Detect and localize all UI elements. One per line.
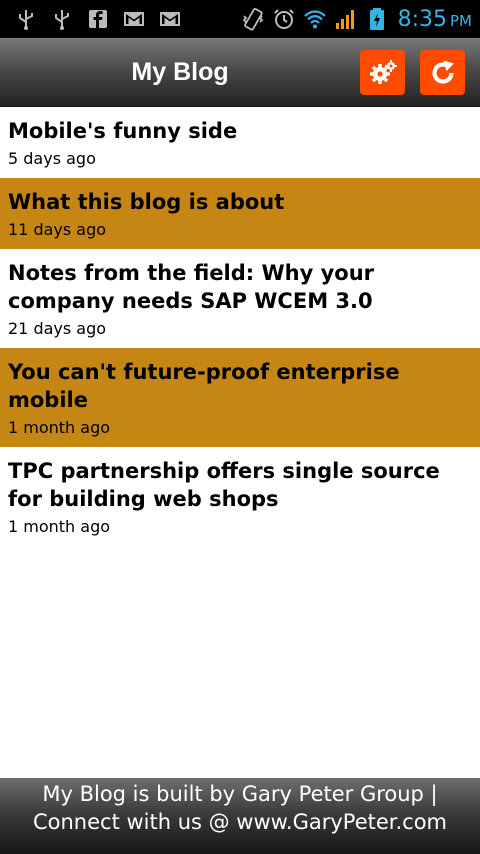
gmail-icon: [158, 7, 182, 31]
post-date: 11 days ago: [8, 220, 107, 239]
footer-banner[interactable]: My Blog is built by Gary Peter Group | C…: [0, 778, 480, 854]
gmail-icon: [122, 7, 146, 31]
wifi-icon: [303, 7, 327, 31]
refresh-button[interactable]: [420, 50, 465, 95]
list-item[interactable]: TPC partnership offers single source for…: [0, 447, 480, 546]
gear-icon: [369, 59, 397, 84]
usb-icon: [50, 7, 74, 31]
post-title: What this blog is about: [8, 190, 285, 214]
settings-button[interactable]: [360, 50, 405, 95]
signal-icon: [334, 7, 358, 31]
action-bar: My Blog: [0, 38, 480, 107]
page-title: My Blog: [131, 58, 229, 86]
clock-ampm: PM: [450, 11, 472, 30]
post-title: You can't future-proof enterprise mobile: [8, 360, 400, 412]
list-item[interactable]: You can't future-proof enterprise mobile…: [0, 348, 480, 447]
footer-line-1: My Blog is built by Gary Peter Group |: [42, 782, 438, 806]
post-date: 1 month ago: [8, 517, 111, 536]
list-item[interactable]: Notes from the field: Why your company n…: [0, 249, 480, 348]
battery-charging-icon: [365, 7, 389, 31]
post-date: 21 days ago: [8, 319, 107, 338]
status-bar: 8:35 PM: [0, 0, 480, 38]
vibrate-icon: [241, 7, 265, 31]
post-title: TPC partnership offers single source for…: [8, 459, 440, 511]
facebook-icon: [86, 7, 110, 31]
post-list: Mobile's funny side 5 days ago What this…: [0, 107, 480, 546]
post-title: Mobile's funny side: [8, 119, 238, 143]
clock-time: 8:35: [397, 6, 447, 32]
usb-icon: [14, 7, 38, 31]
post-date: 5 days ago: [8, 149, 96, 168]
list-item[interactable]: Mobile's funny side 5 days ago: [0, 107, 480, 178]
post-title: Notes from the field: Why your company n…: [8, 261, 375, 313]
alarm-icon: [272, 7, 296, 31]
post-date: 1 month ago: [8, 418, 111, 437]
refresh-icon: [431, 60, 454, 84]
footer-line-2: Connect with us @ www.GaryPeter.com: [32, 810, 448, 834]
list-item[interactable]: What this blog is about 11 days ago: [0, 178, 480, 249]
clock: 8:35 PM: [398, 7, 472, 32]
